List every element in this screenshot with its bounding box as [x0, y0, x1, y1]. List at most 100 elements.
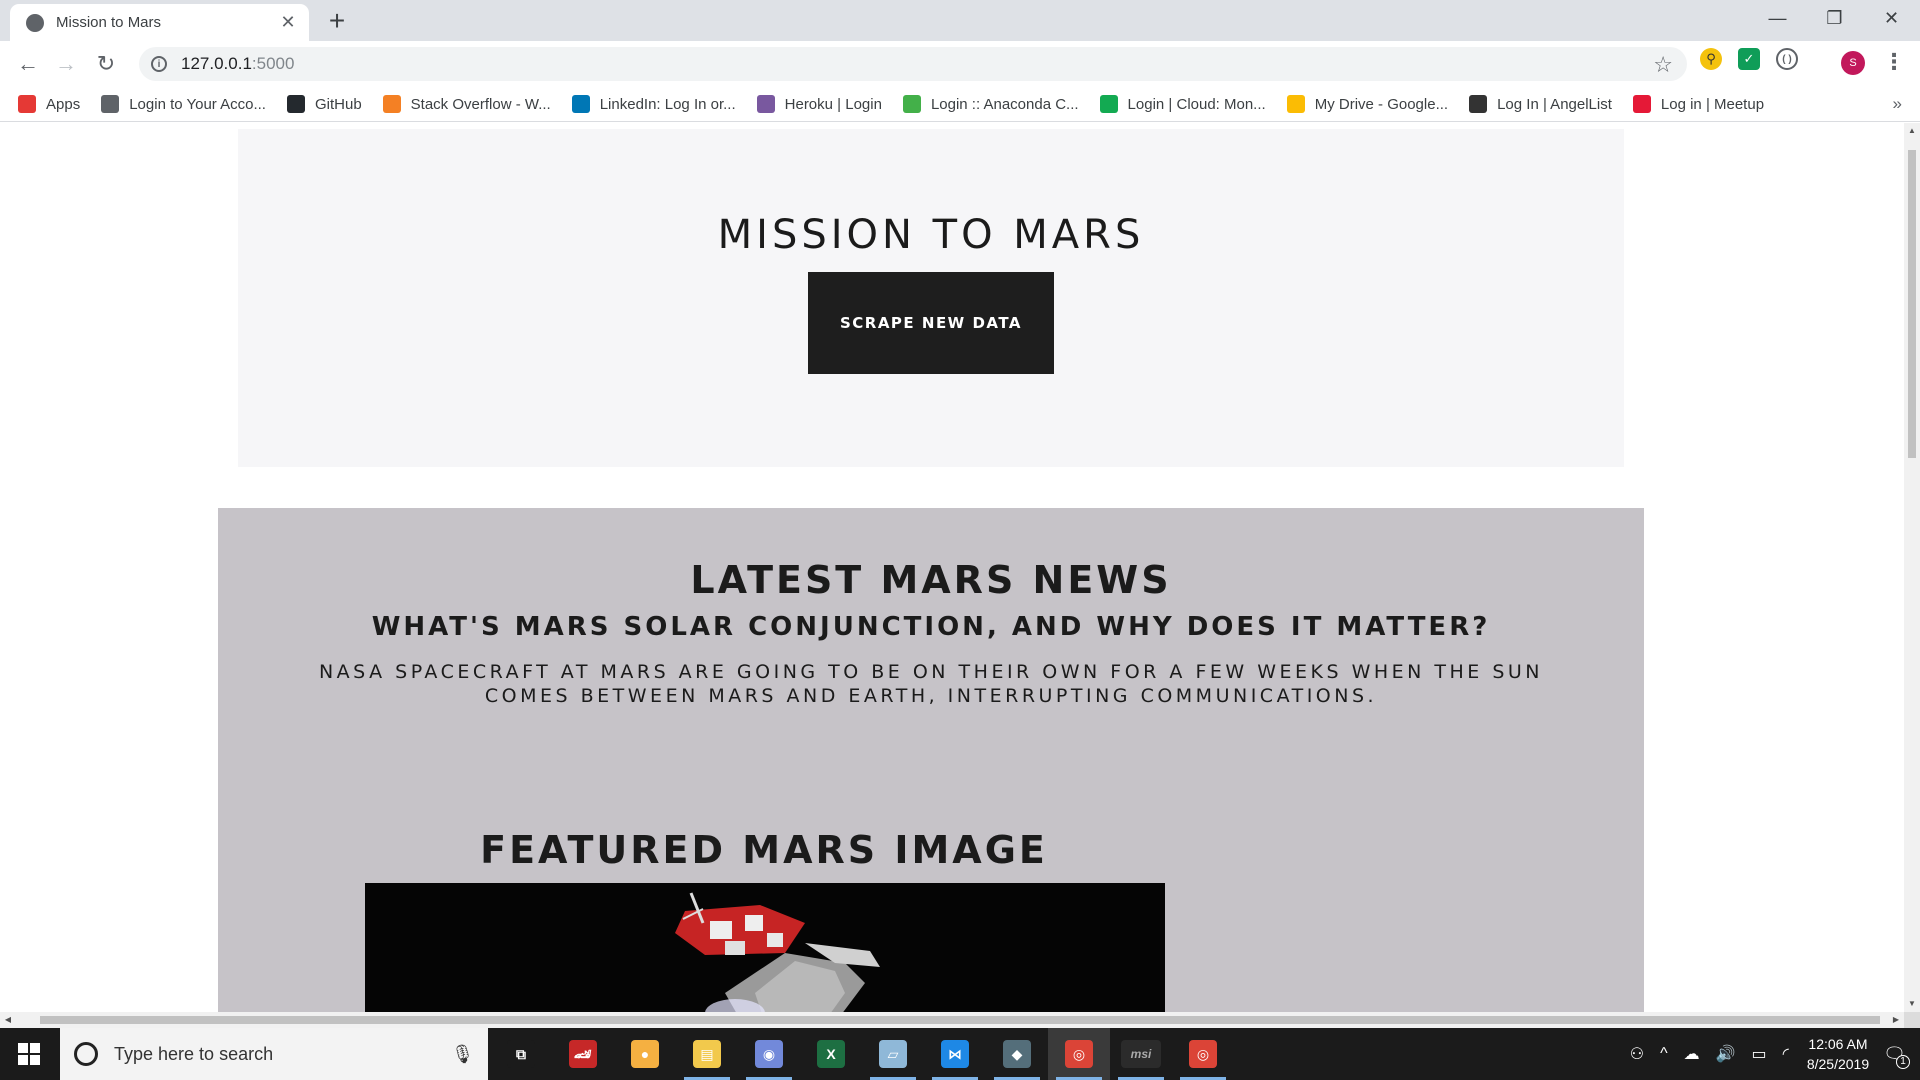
bookmarks-bar: Apps Login to Your Acco... GitHub Stack Ove…	[0, 87, 1920, 122]
mongodb-leaf-icon	[1099, 95, 1118, 113]
start-button[interactable]	[0, 1028, 58, 1080]
bookmark-item[interactable]: Log in | Meetup	[1632, 95, 1765, 113]
bookmark-label: Log in | Meetup	[1660, 95, 1765, 113]
excel-icon: X	[817, 1040, 845, 1068]
task-view-icon: ⧉	[507, 1040, 535, 1068]
restore-button[interactable]: ❐	[1806, 0, 1863, 36]
red-car-app-icon: 🏎	[569, 1040, 597, 1068]
anaconda-navigator-icon: ●	[631, 1040, 659, 1068]
taskbar-git-kraken[interactable]: ◆	[986, 1028, 1048, 1080]
news-title: WHAT'S MARS SOLAR CONJUNCTION, AND WHY D…	[371, 612, 1491, 642]
taskbar-search[interactable]: Type here to search 🎙	[60, 1028, 488, 1080]
bookmark-star-icon[interactable]: ☆	[1653, 52, 1673, 78]
chrome-icon: ◎	[1065, 1040, 1093, 1068]
scrollbar-corner	[1904, 1012, 1920, 1028]
bookmark-label: Login :: Anaconda C...	[930, 95, 1079, 113]
tab-mission-to-mars[interactable]: Mission to Mars ✕	[10, 4, 309, 41]
bookmark-item[interactable]: LinkedIn: Log In or...	[571, 95, 736, 113]
browser-toolbar: ← → ↻ i 127.0.0.1:5000 ☆ ⚲ ✓ ( ) S ⋮	[0, 41, 1920, 87]
taskbar-task-view[interactable]: ⧉	[490, 1028, 552, 1080]
clock-date: 8/25/2019	[1806, 1056, 1870, 1072]
bookmark-item[interactable]: My Drive - Google...	[1286, 95, 1449, 113]
menu-icon[interactable]: ⋮	[1883, 49, 1905, 75]
taskbar-anaconda-navigator[interactable]: ●	[614, 1028, 676, 1080]
google-drive-icon	[1286, 95, 1305, 113]
anaconda-icon	[902, 95, 921, 113]
bookmark-item[interactable]: Log In | AngelList	[1469, 95, 1612, 113]
page-viewport: MISSION TO MARS SCRAPE NEW DATA LATEST M…	[0, 123, 1904, 1012]
spacecraft-illustration	[365, 883, 1165, 1012]
taskbar-excel[interactable]: X	[800, 1028, 862, 1080]
bookmark-item[interactable]: Apps	[18, 95, 80, 113]
angellist-icon	[1469, 95, 1488, 113]
bookmark-item[interactable]: Login :: Anaconda C...	[902, 95, 1079, 113]
vertical-scroll-thumb[interactable]	[1908, 150, 1916, 458]
people-icon[interactable]: ⚇	[1630, 1044, 1644, 1064]
vscode-icon: ⋈	[941, 1040, 969, 1068]
scroll-right-icon[interactable]: ▶	[1888, 1012, 1904, 1028]
scroll-down-icon[interactable]: ▼	[1904, 996, 1920, 1012]
close-window-button[interactable]: ✕	[1863, 0, 1920, 36]
bookmark-item[interactable]: Login to Your Acco...	[101, 95, 266, 113]
meetup-icon	[1632, 95, 1651, 113]
windows-taskbar: Type here to search 🎙 ⧉ 🏎 ● ▤ ◉ X ▱ ⋈ ◆ ◎ msi ◎ ⚇ ^…	[0, 1028, 1920, 1080]
forward-button[interactable]: →	[52, 50, 80, 78]
avatar[interactable]: S	[1841, 51, 1865, 75]
scroll-left-icon[interactable]: ◀	[0, 1012, 16, 1028]
notifications-icon[interactable]: 🗨 1	[1883, 1044, 1910, 1069]
url-port: :5000	[251, 54, 295, 73]
search-placeholder: Type here to search	[114, 1043, 274, 1064]
taskbar-chrome-2[interactable]: ◎	[1172, 1028, 1234, 1080]
taskbar-discord[interactable]: ◉	[738, 1028, 800, 1080]
taskbar-apps: ⧉ 🏎 ● ▤ ◉ X ▱ ⋈ ◆ ◎ msi ◎	[490, 1028, 1234, 1080]
scrape-new-data-button[interactable]: SCRAPE NEW DATA	[808, 272, 1054, 374]
stackoverflow-icon	[382, 95, 401, 113]
featured-image-heading: FEATURED MARS IMAGE	[480, 828, 1048, 872]
bookmark-item[interactable]: Stack Overflow - W...	[382, 95, 551, 113]
taskbar-paper-app[interactable]: ▱	[862, 1028, 924, 1080]
reload-button[interactable]: ↻	[92, 50, 120, 78]
git-kraken-icon: ◆	[1003, 1040, 1031, 1068]
address-bar[interactable]: i 127.0.0.1:5000 ☆	[139, 47, 1687, 81]
bookmark-item[interactable]: Login | Cloud: Mon...	[1099, 95, 1266, 113]
bookmark-item[interactable]: Heroku | Login	[756, 95, 882, 113]
paper-app-icon: ▱	[879, 1040, 907, 1068]
minimize-button[interactable]: —	[1749, 0, 1806, 36]
new-tab-button[interactable]: +	[322, 6, 352, 36]
extensions: ⚲ ✓ ( )	[1700, 48, 1798, 70]
onedrive-cloud-icon[interactable]: ☁	[1684, 1044, 1700, 1064]
cortana-icon	[74, 1042, 98, 1066]
wifi-icon[interactable]: ◜	[1783, 1044, 1789, 1064]
horizontal-scroll-thumb[interactable]	[40, 1016, 1880, 1024]
volume-icon[interactable]: 🔊	[1716, 1044, 1736, 1064]
bookmark-label: GitHub	[314, 95, 362, 113]
taskbar-red-car-app[interactable]: 🏎	[552, 1028, 614, 1080]
chevron-up-icon[interactable]: ^	[1660, 1045, 1668, 1063]
linkedin-icon	[571, 95, 590, 113]
check-extension-icon[interactable]: ✓	[1738, 48, 1760, 70]
taskbar-vscode[interactable]: ⋈	[924, 1028, 986, 1080]
privacy-extension-icon[interactable]: ( )	[1776, 48, 1798, 70]
taskbar-chrome[interactable]: ◎	[1048, 1028, 1110, 1080]
taskbar-msi-app[interactable]: msi	[1110, 1028, 1172, 1080]
vertical-scrollbar[interactable]: ▲ ▼	[1904, 123, 1920, 1012]
bookmark-label: Login | Cloud: Mon...	[1127, 95, 1266, 113]
back-button[interactable]: ←	[14, 50, 42, 78]
bookmark-label: LinkedIn: Log In or...	[599, 95, 736, 113]
search-extension-icon[interactable]: ⚲	[1700, 48, 1722, 70]
microphone-icon[interactable]: 🎙	[451, 1044, 474, 1065]
url-host: 127.0.0.1	[181, 54, 252, 73]
more-bookmarks-icon[interactable]: »	[1893, 94, 1902, 114]
scroll-up-icon[interactable]: ▲	[1904, 123, 1920, 139]
globe-icon	[101, 95, 120, 113]
info-icon[interactable]: i	[151, 56, 167, 72]
clock[interactable]: 12:06 AM 8/25/2019	[1807, 1034, 1869, 1074]
system-tray: ⚇ ^ ☁ 🔊 ▭ ◜ 12:06 AM 8/25/2019 🗨 1	[1622, 1028, 1920, 1080]
tab-title: Mission to Mars	[56, 14, 162, 31]
close-icon[interactable]: ✕	[277, 12, 299, 33]
bookmark-label: My Drive - Google...	[1314, 95, 1449, 113]
horizontal-scrollbar[interactable]: ◀ ▶	[0, 1012, 1904, 1028]
taskbar-file-explorer[interactable]: ▤	[676, 1028, 738, 1080]
bookmark-item[interactable]: GitHub	[286, 95, 362, 113]
battery-icon[interactable]: ▭	[1752, 1044, 1767, 1064]
